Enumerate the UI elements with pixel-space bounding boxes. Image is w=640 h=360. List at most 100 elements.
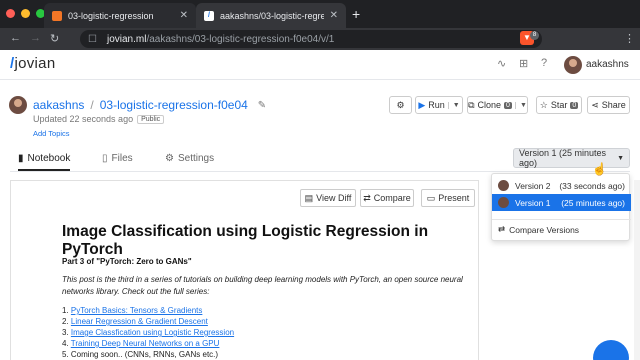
jovian-logo[interactable]: /jovian — [10, 55, 55, 72]
tab-label: Files — [111, 153, 133, 164]
compare-versions-item[interactable]: ⇄ Compare Versions — [498, 224, 579, 235]
present-button[interactable]: ▭ Present — [421, 189, 475, 207]
present-label: Present — [438, 193, 470, 203]
version-label: Version 1 — [515, 197, 551, 208]
visibility-badge: Public — [137, 114, 165, 124]
view-diff-button[interactable]: ▤ View Diff — [300, 189, 356, 207]
chevron-down-icon: ▼ — [617, 154, 624, 162]
add-topics-link[interactable]: Add Topics — [33, 129, 70, 138]
close-window-button[interactable] — [6, 9, 15, 18]
list-number: 1. — [62, 306, 69, 315]
reload-icon[interactable]: ↻ — [50, 32, 59, 45]
tab-settings[interactable]: ⚙ Settings — [165, 153, 214, 164]
updated-info: Updated 22 seconds ago Public — [33, 114, 165, 124]
share-icon: ⋖ — [591, 99, 599, 110]
list-number: 3. — [62, 328, 69, 337]
version-dropdown: Version 2 (33 seconds ago) Version 1 (25… — [491, 173, 631, 241]
star-icon: ☆ — [539, 99, 548, 110]
share-button[interactable]: ⋖ Share — [587, 96, 630, 114]
tab-files[interactable]: ▯ Files — [102, 153, 133, 164]
compare-versions-label: Compare Versions — [509, 224, 580, 235]
version-select[interactable]: Version 1 (25 minutes ago) ▼ — [513, 148, 630, 168]
avatar — [498, 180, 509, 191]
clone-icon: ⧉ — [468, 99, 475, 110]
series-link[interactable]: Image Classfication using Logistic Regre… — [71, 328, 234, 337]
edit-pencil-icon[interactable]: ✎ — [258, 100, 266, 111]
list-number: 4. — [62, 339, 69, 348]
hand-cursor-icon: ☝ — [592, 162, 607, 176]
logo-text: jovian — [14, 55, 56, 72]
tab-label: Notebook — [27, 153, 71, 164]
back-icon[interactable]: ← — [10, 32, 21, 44]
notebook-part: Part 3 of "PyTorch: Zero to GANs" — [62, 257, 192, 266]
address-bar[interactable]: ☐ jovian.ml/aakashns/03-logistic-regress… — [80, 30, 542, 48]
gift-icon[interactable]: ⊞ — [519, 57, 528, 70]
bookmark-icon[interactable]: ☐ — [88, 34, 97, 45]
new-tab-button[interactable]: + — [352, 6, 360, 22]
list-item: 3. Image Classfication using Logistic Re… — [62, 327, 234, 338]
star-label: Star — [550, 100, 568, 110]
diff-icon: ▤ — [304, 192, 314, 203]
browser-toolbar: ← → ↻ ☐ jovian.ml/aakashns/03-logistic-r… — [0, 28, 640, 50]
clone-count: 0 — [504, 101, 512, 109]
series-link[interactable]: Linear Regression & Gradient Descent — [71, 317, 208, 326]
series-list: 1. PyTorch Basics: Tensors & Gradients 2… — [62, 305, 234, 360]
updated-text: Updated 22 seconds ago — [33, 114, 134, 124]
minimize-window-button[interactable] — [21, 9, 30, 18]
run-dropdown-caret-icon[interactable]: ▼ — [447, 101, 460, 109]
version-label: Version 2 — [515, 180, 551, 191]
window-controls — [6, 9, 45, 18]
play-icon: ▶ — [418, 99, 426, 110]
scrollbar[interactable] — [634, 180, 640, 360]
series-link[interactable]: Training Deep Neural Networks on a GPU — [71, 339, 220, 348]
list-number: 2. — [62, 317, 69, 326]
clone-button[interactable]: ⧉ Clone 0 ▼ — [467, 96, 528, 114]
notebook-title: Image Classification using Logistic Regr… — [62, 223, 429, 258]
forward-icon[interactable]: → — [30, 32, 41, 44]
compare-label: Compare — [373, 193, 411, 203]
activity-icon[interactable]: ∿ — [497, 57, 506, 70]
close-tab-icon[interactable]: ✕ — [180, 10, 188, 21]
breadcrumb-owner[interactable]: aakashns — [33, 98, 84, 112]
compare-button[interactable]: ⇄ Compare — [360, 189, 414, 207]
notebook-intro: This post is the third in a series of tu… — [62, 275, 463, 296]
user-avatar[interactable] — [564, 56, 582, 74]
star-count: 0 — [570, 101, 579, 109]
star-button[interactable]: ☆ Star 0 — [536, 96, 582, 114]
jovian-favicon-icon: / — [204, 10, 214, 21]
version-option-2[interactable]: Version 2 (33 seconds ago) — [492, 177, 631, 194]
browser-tab-jovian[interactable]: / aakashns/03-logistic-regressio ✕ — [196, 3, 346, 28]
help-icon[interactable]: ? — [541, 57, 547, 69]
site-header: /jovian ∿ ⊞ ? — [0, 50, 640, 80]
breadcrumb-separator: / — [90, 98, 94, 112]
compare-icon: ⇄ — [363, 192, 371, 203]
dropdown-divider — [492, 219, 631, 220]
clone-dropdown-caret-icon[interactable]: ▼ — [514, 101, 527, 109]
browser-tab-notebook[interactable]: 03-logistic-regression ✕ — [44, 3, 196, 28]
list-item: 5. Coming soon.. (CNNs, RNNs, GANs etc.) — [62, 349, 234, 360]
url-path: /aakashns/03-logistic-regression-f0e04/v… — [146, 33, 335, 45]
compare-icon: ⇄ — [498, 224, 506, 234]
settings-gear-button[interactable]: ⚙ — [389, 96, 412, 114]
menu-kebab-icon[interactable]: ⋮ — [624, 32, 635, 45]
breadcrumb: aakashns / 03-logistic-regression-f0e04 … — [33, 98, 266, 112]
run-label: Run — [428, 100, 445, 110]
tab-notebook[interactable]: ▮ Notebook — [18, 153, 71, 171]
url-host: jovian.ml — [106, 33, 147, 45]
version-time: (33 seconds ago) — [559, 180, 625, 191]
series-link[interactable]: PyTorch Basics: Tensors & Gradients — [71, 306, 202, 315]
avatar — [498, 197, 509, 208]
gear-icon: ⚙ — [165, 153, 174, 164]
chat-widget-button[interactable] — [593, 340, 629, 360]
list-item: 4. Training Deep Neural Networks on a GP… — [62, 338, 234, 349]
list-item: 2. Linear Regression & Gradient Descent — [62, 316, 234, 327]
breadcrumb-project[interactable]: 03-logistic-regression-f0e04 — [100, 98, 248, 112]
run-button[interactable]: ▶ Run ▼ — [415, 96, 463, 114]
close-tab-icon[interactable]: ✕ — [330, 10, 338, 21]
file-icon: ▯ — [102, 153, 108, 164]
present-icon: ▭ — [426, 192, 436, 203]
view-diff-label: View Diff — [316, 193, 352, 203]
header-username[interactable]: aakashns — [586, 59, 629, 70]
version-option-1[interactable]: Version 1 (25 minutes ago) — [492, 194, 631, 211]
owner-avatar[interactable] — [9, 96, 27, 114]
